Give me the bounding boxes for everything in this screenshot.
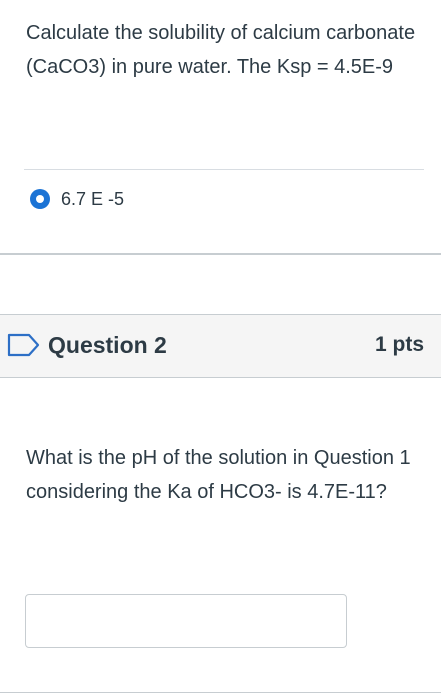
radio-selected-icon[interactable] <box>30 189 50 209</box>
question-divider <box>0 253 441 255</box>
question-1-text: Calculate the solubility of calcium carb… <box>26 22 416 78</box>
answer-input[interactable] <box>25 594 347 648</box>
answer-option-label: 6.7 E -5 <box>61 188 125 209</box>
question-2-points: 1 pts <box>374 333 424 356</box>
bottom-divider <box>0 692 441 693</box>
answer-divider <box>24 169 424 170</box>
answer-option-selected[interactable]: 6.7 E -5 <box>30 184 124 214</box>
question-2-text: What is the pH of the solution in Questi… <box>26 447 411 503</box>
question-2-title: Question 2 <box>48 332 167 358</box>
question-2-header: Question 2 1 pts <box>0 314 441 378</box>
flag-icon[interactable] <box>7 333 41 357</box>
